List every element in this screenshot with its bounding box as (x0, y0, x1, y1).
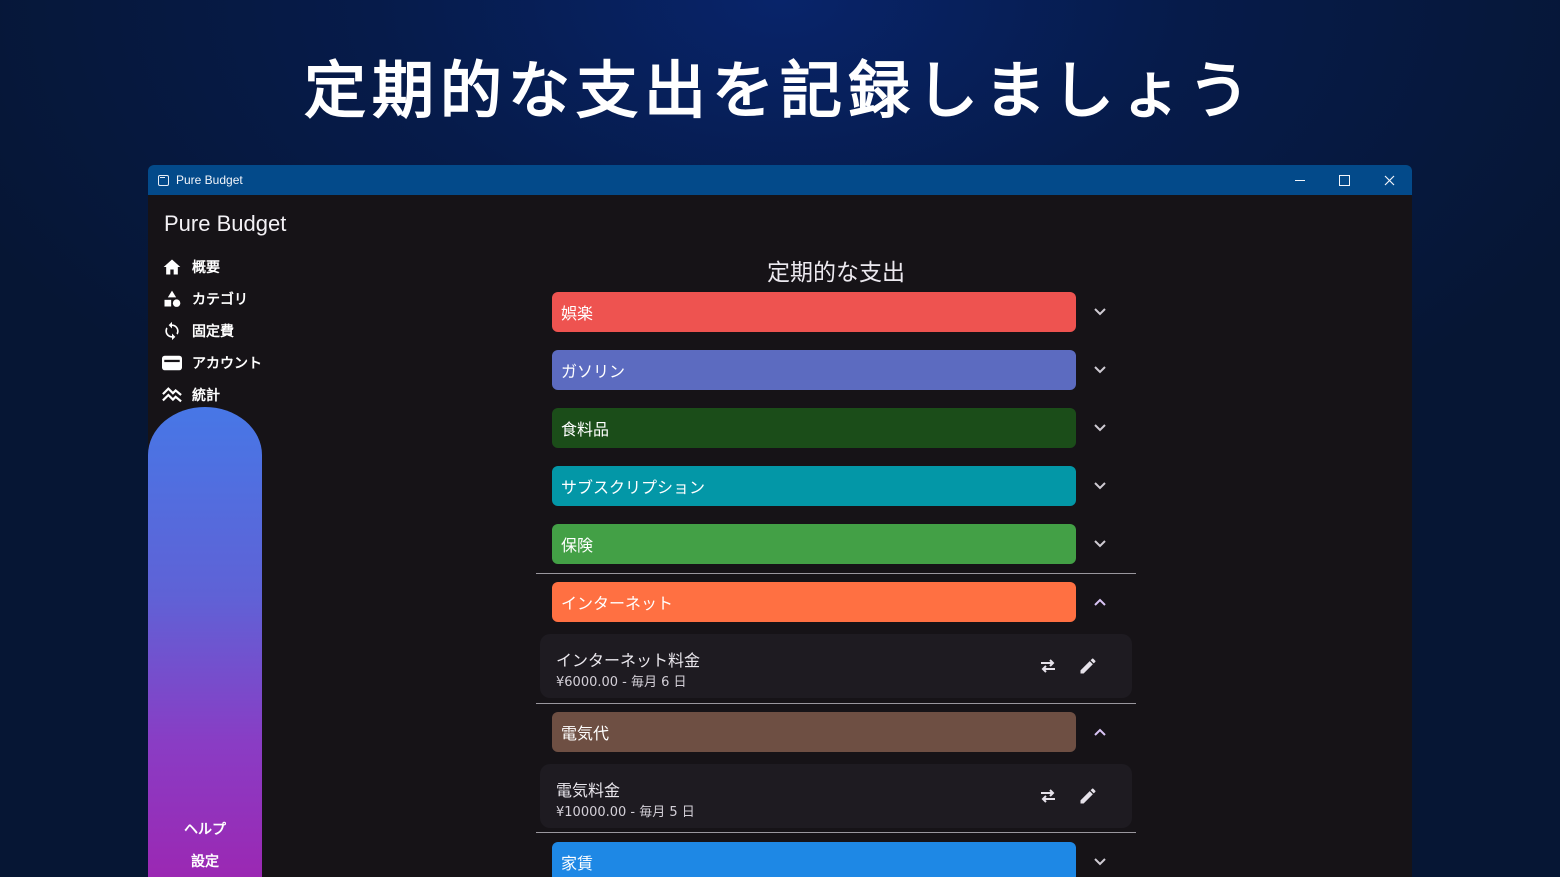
app-window: Pure Budget Pure Budget 概要 カテゴリ 固定費 アカウン… (148, 165, 1412, 877)
item-name: 電気料金 (556, 781, 621, 800)
swap-icon[interactable] (1036, 784, 1060, 808)
item-detail: ¥10000.00 - 毎月 5 日 (556, 805, 695, 820)
category-header[interactable]: 電気代 (552, 712, 1076, 752)
nav-item-statistics[interactable]: 統計 (160, 379, 262, 411)
chart-icon (160, 383, 184, 407)
nav-item-categories[interactable]: カテゴリ (160, 283, 262, 315)
nav-item-recurring[interactable]: 固定費 (160, 315, 262, 347)
nav-label: アカウント (192, 356, 262, 372)
category-row-electricity: 電気代 (552, 712, 1112, 752)
category-header[interactable]: インターネット (552, 582, 1076, 622)
chevron-down-icon[interactable] (1088, 474, 1112, 498)
home-icon (160, 255, 184, 279)
divider (536, 703, 1136, 704)
minimize-button[interactable] (1277, 165, 1322, 195)
recurring-item-card[interactable]: インターネット料金 ¥6000.00 - 毎月 6 日 (540, 634, 1132, 698)
edit-icon[interactable] (1076, 784, 1100, 808)
page-title: 定期的な支出 (767, 260, 905, 286)
nav-label: カテゴリ (192, 292, 248, 308)
recurring-item-card[interactable]: 電気料金 ¥10000.00 - 毎月 5 日 (540, 764, 1132, 828)
chevron-down-icon[interactable] (1088, 300, 1112, 324)
category-row-internet: インターネット (552, 582, 1112, 622)
nav-label: 固定費 (192, 324, 234, 340)
category-row-groceries: 食料品 (552, 408, 1112, 448)
divider (536, 573, 1136, 574)
category-header[interactable]: ガソリン (552, 350, 1076, 390)
nav-item-overview[interactable]: 概要 (160, 251, 262, 283)
chevron-down-icon[interactable] (1088, 532, 1112, 556)
maximize-button[interactable] (1322, 165, 1367, 195)
sidebar: Pure Budget 概要 カテゴリ 固定費 アカウント 統計 ヘルプ 設定 (148, 195, 286, 877)
chevron-down-icon[interactable] (1088, 358, 1112, 382)
category-header[interactable]: 食料品 (552, 408, 1076, 448)
nav-menu: 概要 カテゴリ 固定費 アカウント 統計 (160, 251, 262, 411)
sidebar-accent (148, 407, 262, 877)
wallet-icon (160, 351, 184, 375)
hero-title: 定期的な支出を記録しましょう (303, 54, 1256, 127)
item-detail: ¥6000.00 - 毎月 6 日 (556, 675, 687, 690)
shapes-icon (160, 287, 184, 311)
category-row-rent: 家賃 (552, 842, 1112, 877)
nav-label: 概要 (192, 260, 220, 276)
sync-icon (160, 319, 184, 343)
category-header[interactable]: 娯楽 (552, 292, 1076, 332)
window-title: Pure Budget (176, 173, 243, 187)
app-icon (158, 174, 169, 186)
swap-icon[interactable] (1036, 654, 1060, 678)
chevron-down-icon[interactable] (1088, 850, 1112, 874)
brand-title: Pure Budget (164, 211, 287, 236)
settings-link[interactable]: 設定 (148, 851, 262, 871)
edit-icon[interactable] (1076, 654, 1100, 678)
category-row-gasoline: ガソリン (552, 350, 1112, 390)
item-name: インターネット料金 (556, 651, 701, 670)
category-row-subscriptions: サブスクリプション (552, 466, 1112, 506)
chevron-up-icon[interactable] (1088, 590, 1112, 614)
category-header[interactable]: 保険 (552, 524, 1076, 564)
divider (536, 832, 1136, 833)
minimize-icon (1294, 179, 1305, 181)
category-header[interactable]: サブスクリプション (552, 466, 1076, 506)
category-header[interactable]: 家賃 (552, 842, 1076, 877)
category-row-entertainment: 娯楽 (552, 292, 1112, 332)
chevron-up-icon[interactable] (1088, 720, 1112, 744)
close-icon (1384, 175, 1395, 185)
chevron-down-icon[interactable] (1088, 416, 1112, 440)
title-bar[interactable]: Pure Budget (148, 165, 1412, 195)
nav-label: 統計 (192, 388, 220, 404)
help-link[interactable]: ヘルプ (148, 819, 262, 839)
close-button[interactable] (1367, 165, 1412, 195)
nav-item-accounts[interactable]: アカウント (160, 347, 262, 379)
maximize-icon (1339, 174, 1350, 186)
category-row-insurance: 保険 (552, 524, 1112, 564)
